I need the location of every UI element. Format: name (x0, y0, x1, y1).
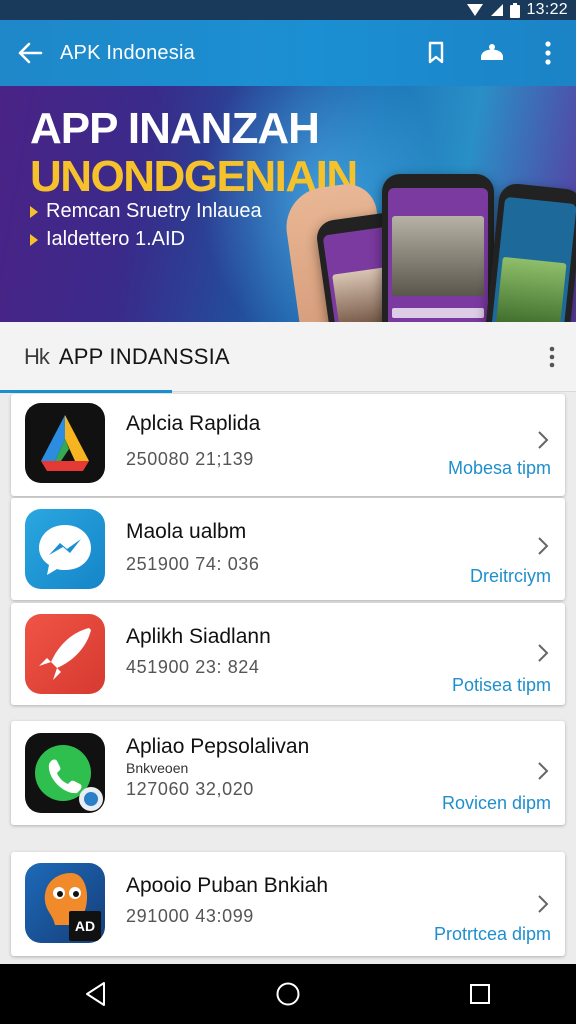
app-action-link[interactable]: Dreitrciym (470, 566, 551, 587)
section-title: APP INDANSSIA (58, 343, 230, 369)
back-triangle-icon (86, 982, 105, 1006)
section-header: Hk APP INDANSSIA (0, 322, 576, 393)
chevron-right-icon (538, 895, 549, 913)
app-name: Apliao Pepsolalivan (126, 735, 310, 758)
banner-bullet-2: Ialdettero 1.AID (30, 228, 185, 251)
app-list-item[interactable]: AD Apooio Puban Bnkiah 291000 43:099 Pro… (11, 852, 565, 956)
app-action-link[interactable]: Protrtcea dipm (434, 924, 551, 945)
section-tab-indicator (0, 390, 172, 393)
chevron-right-icon (538, 537, 549, 555)
banner-bullet-2-text: Ialdettero 1.AID (46, 228, 185, 250)
phone-illustration-right (479, 182, 576, 322)
app-subtitle: Bnkveoen (126, 760, 189, 776)
app-meta: 127060 32,020 (126, 779, 254, 799)
app-meta: 250080 21;139 (126, 449, 254, 469)
banner-bullet-1-text: Remcan Sruetry Inlauea (46, 200, 262, 222)
bullet-triangle-icon (30, 233, 38, 246)
home-circle-icon (276, 982, 300, 1006)
svg-text:AD: AD (75, 918, 95, 934)
chevron-right-icon (538, 762, 549, 780)
app-name: Maola ualbm (126, 520, 247, 543)
app-name: Apooio Puban Bnkiah (126, 874, 328, 897)
bullet-triangle-icon (30, 205, 38, 218)
battery-icon (510, 2, 521, 18)
app-list-item[interactable]: Aplikh Siadlann 451900 23: 824 Potisea t… (11, 603, 565, 705)
app-list-item[interactable]: Apliao Pepsolalivan Bnkveoen 127060 32,0… (11, 721, 565, 825)
messenger-icon (25, 509, 105, 589)
nav-home-button[interactable] (258, 964, 318, 1024)
app-bar: APK Indonesia (0, 20, 576, 86)
nav-recents-button[interactable] (450, 964, 510, 1024)
banner-bullet-1: Remcan Sruetry Inlauea (30, 200, 262, 223)
status-indicators: 13:22 (466, 0, 568, 20)
status-bar: 13:22 (0, 0, 576, 20)
banner-headline-1: APP INANZAH (30, 104, 320, 153)
bookmark-icon (428, 41, 444, 64)
nav-back-button[interactable] (66, 964, 126, 1024)
app-name: Aplcia Raplida (126, 412, 261, 435)
app-action-link[interactable]: Potisea tipm (452, 675, 551, 696)
signal-icon (491, 4, 504, 16)
mascot-icon: AD (25, 863, 105, 943)
section-logo: Hk (24, 343, 50, 369)
bookmark-button[interactable] (408, 20, 464, 86)
rocket-icon (25, 614, 105, 694)
promo-banner[interactable]: APP INANZAH UNONDGENIAIN Remcan Sruetry … (0, 86, 576, 322)
app-list-item[interactable]: Aplcia Raplida 250080 21;139 Mobesa tipm (11, 394, 565, 496)
app-list-item[interactable]: Maola ualbm 251900 74: 036 Dreitrciym (11, 498, 565, 600)
app-action-link[interactable]: Mobesa tipm (448, 458, 551, 479)
app-title: APK Indonesia (60, 41, 195, 64)
chat-button[interactable] (464, 20, 520, 86)
more-vert-icon (545, 41, 551, 65)
recents-square-icon (470, 984, 490, 1004)
wifi-icon (467, 4, 484, 16)
status-time: 13:22 (526, 1, 568, 18)
chevron-right-icon (538, 644, 549, 662)
triangle-logo-icon (25, 403, 105, 483)
system-navigation-bar (0, 964, 576, 1024)
chat-bubble-icon (481, 44, 503, 60)
app-meta: 291000 43:099 (126, 906, 254, 926)
app-name: Aplikh Siadlann (126, 625, 271, 648)
back-button[interactable] (0, 20, 60, 86)
chevron-right-icon (538, 431, 549, 449)
phone-call-icon (25, 733, 105, 813)
app-action-link[interactable]: Rovicen dipm (442, 793, 551, 814)
more-vert-icon (549, 346, 555, 367)
section-menu-button[interactable] (528, 322, 576, 392)
overflow-menu-button[interactable] (520, 20, 576, 86)
app-meta: 251900 74: 036 (126, 554, 260, 574)
app-meta: 451900 23: 824 (126, 657, 260, 677)
phone-illustration-center (382, 174, 494, 322)
arrow-back-icon (18, 42, 43, 64)
